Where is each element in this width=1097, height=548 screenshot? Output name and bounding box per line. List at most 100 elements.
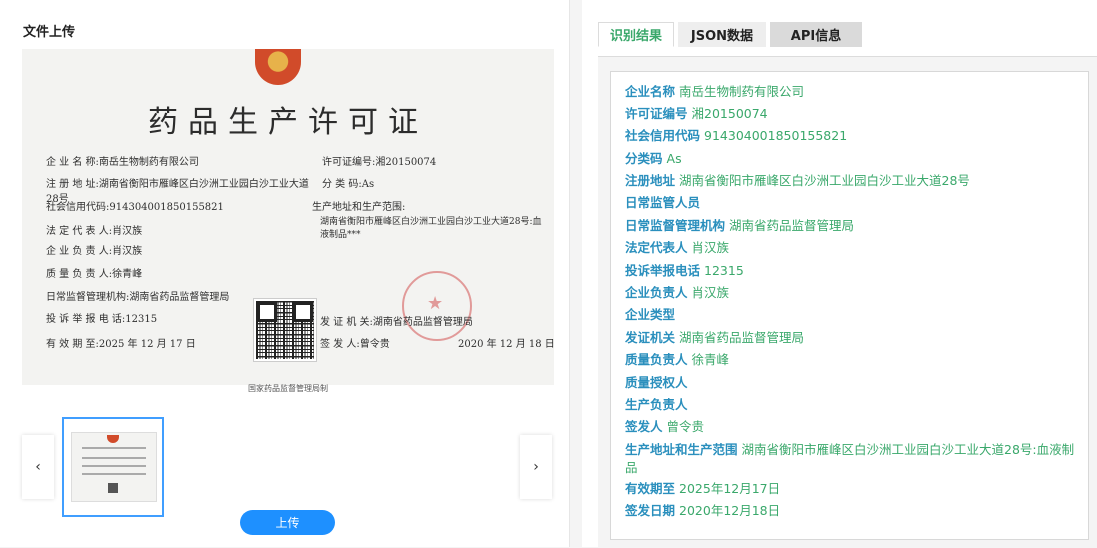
doc-field-value: 肖汉族 [112, 226, 143, 237]
result-key: 日常监管人员 [625, 195, 701, 210]
result-row: 生产地址和生产范围 湖南省衡阳市雁峰区白沙洲工业园白沙工业大道28号:血液制品 [625, 441, 1080, 477]
thumbnail-line [82, 473, 146, 475]
doc-field-label: 投 诉 举 报 电 话: [46, 314, 126, 325]
thumbnail-image [71, 432, 157, 502]
doc-field-credit-code: 社会信用代码:914304001850155821 [46, 198, 224, 213]
tab-recognition-result[interactable]: 识别结果 [598, 22, 674, 47]
doc-field-company: 企 业 名 称:南岳生物制药有限公司 [46, 153, 199, 168]
doc-field-quality: 质 量 负 责 人:徐青峰 [46, 265, 142, 280]
doc-field-hotline: 投 诉 举 报 电 话:12315 [46, 310, 157, 325]
result-key: 质量授权人 [625, 375, 688, 390]
doc-signer: 签 发 人:曾令贵 [320, 335, 390, 350]
thumbnail-selected[interactable] [62, 417, 164, 517]
license-document-image: 药品生产许可证 企 业 名 称:南岳生物制药有限公司 注 册 地 址: 湖南省衡阳… [22, 49, 554, 385]
file-upload-panel: 文件上传 药品生产许可证 企 业 名 称:南岳生物制药有限公司 注 册 地 址:… [0, 0, 570, 547]
upload-button[interactable]: 上传 [240, 510, 335, 535]
doc-field-label: 签 发 人: [320, 339, 360, 350]
doc-field-value: 12315 [125, 314, 158, 325]
doc-field-label: 注 册 地 址: [46, 179, 99, 190]
result-value: 徐青峰 [691, 352, 730, 367]
result-value: 肖汉族 [691, 285, 730, 300]
result-value: 湖南省衡阳市雁峰区白沙洲工业园白沙工业大道28号 [679, 173, 970, 188]
result-value: 12315 [704, 263, 744, 278]
result-row: 投诉举报电话 12315 [625, 262, 1080, 280]
official-seal-icon [402, 271, 472, 341]
doc-field-principal: 企 业 负 责 人:肖汉族 [46, 242, 142, 257]
result-key: 签发人 [625, 419, 663, 434]
result-key: 企业负责人 [625, 285, 688, 300]
result-key: 企业名称 [625, 84, 676, 99]
doc-field-value: 湘20150074 [375, 157, 437, 168]
tab-api-info[interactable]: API信息 [770, 22, 862, 47]
result-key: 法定代表人 [625, 240, 688, 255]
doc-field-value: 徐青峰 [112, 269, 143, 280]
result-row: 发证机关 湖南省药品监督管理局 [625, 329, 1080, 347]
doc-field-label: 日常监督管理机构: [46, 292, 130, 303]
doc-license-number: 许可证编号:湘20150074 [322, 153, 436, 168]
chevron-right-icon: › [533, 459, 539, 475]
doc-field-label: 分 类 码: [322, 179, 362, 190]
result-key: 许可证编号 [625, 106, 688, 121]
result-value: 2020年12月18日 [679, 503, 781, 518]
thumbnail-line [82, 465, 146, 467]
result-key: 有效期至 [625, 481, 676, 496]
chevron-left-icon: ‹ [35, 459, 41, 475]
result-value: 湖南省药品监督管理局 [729, 218, 855, 233]
result-row: 企业负责人 肖汉族 [625, 284, 1080, 302]
doc-field-label: 有 效 期 至: [46, 339, 99, 350]
result-key: 社会信用代码 [625, 128, 701, 143]
qr-code-icon [254, 299, 316, 361]
result-row: 社会信用代码 914304001850155821 [625, 127, 1080, 145]
doc-field-label: 法 定 代 表 人: [46, 226, 113, 237]
doc-field-label: 许可证编号: [322, 157, 376, 168]
result-panel: 识别结果 JSON数据 API信息 企业名称 南岳生物制药有限公司 许可证编号 湘2… [582, 0, 1097, 548]
result-key: 日常监督管理机构 [625, 218, 726, 233]
document-title: 药品生产许可证 [148, 105, 428, 140]
tab-json-data[interactable]: JSON数据 [678, 22, 766, 47]
carousel-prev-button[interactable]: ‹ [22, 435, 54, 499]
result-value: 南岳生物制药有限公司 [679, 84, 805, 99]
thumbnail-qr-icon [108, 483, 118, 493]
doc-field-label: 社会信用代码: [46, 202, 110, 213]
result-row: 质量授权人 [625, 374, 1080, 392]
doc-field-value: As [361, 179, 375, 190]
result-key: 生产负责人 [625, 397, 688, 412]
national-emblem-icon [255, 49, 301, 85]
doc-field-value: 2025 年 12 月 17 日 [98, 339, 196, 350]
doc-field-value: 湖南省药品监督管理局 [129, 292, 230, 303]
carousel-next-button[interactable]: › [520, 435, 552, 499]
result-row: 注册地址 湖南省衡阳市雁峰区白沙洲工业园白沙工业大道28号 [625, 172, 1080, 190]
result-key: 签发日期 [625, 503, 676, 518]
result-list: 企业名称 南岳生物制药有限公司 许可证编号 湘20150074 社会信用代码 9143… [610, 71, 1089, 540]
doc-issuer: 发 证 机 关:湖南省药品监督管理局 [320, 313, 473, 328]
doc-field-value: 肖汉族 [112, 246, 143, 257]
result-value: 914304001850155821 [704, 128, 848, 143]
result-key: 发证机关 [625, 330, 676, 345]
result-row: 质量负责人 徐青峰 [625, 351, 1080, 369]
result-key: 分类码 [625, 151, 663, 166]
result-row: 企业类型 [625, 306, 1080, 324]
result-key: 质量负责人 [625, 352, 688, 367]
doc-field-label: 企 业 负 责 人: [46, 246, 113, 257]
thumbnail-emblem-icon [107, 435, 119, 443]
result-row: 签发日期 2020年12月18日 [625, 502, 1080, 520]
result-row: 日常监管人员 [625, 194, 1080, 212]
doc-field-value: 曾令贵 [359, 339, 390, 350]
panel-title: 文件上传 [23, 25, 76, 40]
result-key: 投诉举报电话 [625, 263, 701, 278]
doc-field-label: 发 证 机 关: [320, 317, 373, 328]
doc-field-label: 质 量 负 责 人: [46, 269, 113, 280]
doc-field-supervisor: 日常监督管理机构:湖南省药品监督管理局 [46, 288, 229, 303]
result-value: As [666, 151, 682, 166]
doc-issue-date: 2020 年 12 月 18 日 [458, 339, 554, 350]
result-row: 企业名称 南岳生物制药有限公司 [625, 83, 1080, 101]
doc-field-legal-rep: 法 定 代 表 人:肖汉族 [46, 222, 142, 237]
result-key: 生产地址和生产范围 [625, 442, 738, 457]
result-value: 肖汉族 [691, 240, 730, 255]
document-preview: 药品生产许可证 企 业 名 称:南岳生物制药有限公司 注 册 地 址: 湖南省衡阳… [22, 49, 554, 395]
result-value: 曾令贵 [666, 419, 705, 434]
result-key: 企业类型 [625, 307, 676, 322]
result-value: 湘20150074 [691, 106, 768, 121]
doc-category-code: 分 类 码:As [322, 175, 374, 190]
doc-scope-label: 生产地址和生产范围: [312, 202, 406, 213]
